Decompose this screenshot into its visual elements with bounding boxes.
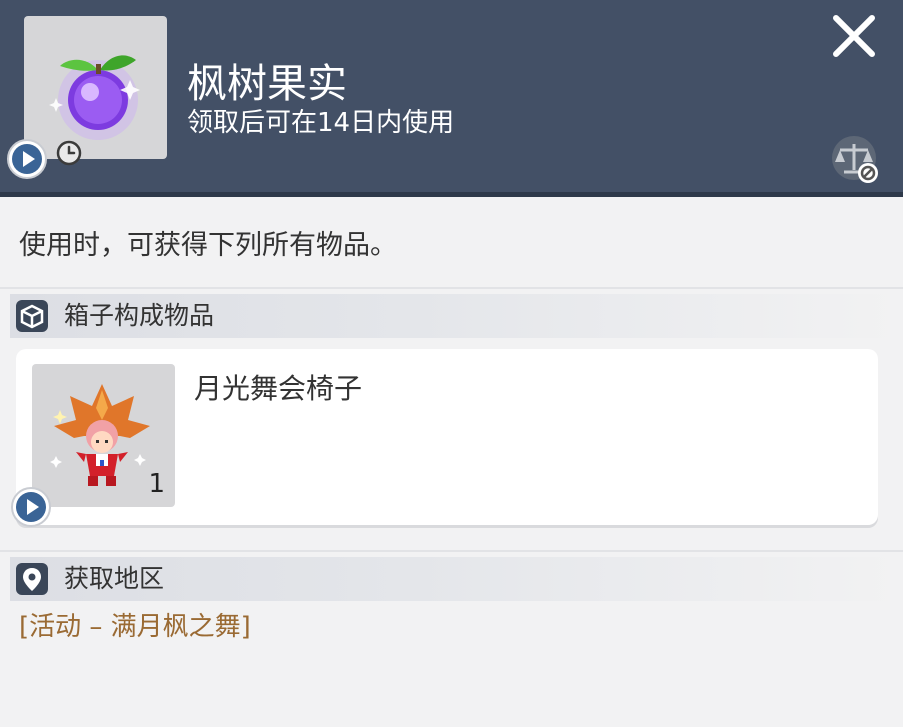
location-pin-icon <box>16 563 48 595</box>
box-icon <box>16 300 48 332</box>
reward-name: 月光舞会椅子 <box>194 372 363 405</box>
item-header: 枫树果实 领取后可在14日内使用 <box>0 0 903 192</box>
region-header: 获取地区 <box>10 557 903 601</box>
close-icon[interactable] <box>830 12 878 60</box>
item-title: 枫树果实 <box>187 61 347 107</box>
play-icon[interactable] <box>6 138 48 180</box>
reward-quantity: 1 <box>148 469 165 499</box>
header-shadow <box>0 192 903 197</box>
divider <box>0 287 903 289</box>
box-contents-title: 箱子构成物品 <box>64 301 215 330</box>
play-icon[interactable] <box>10 486 52 528</box>
trade-restricted-icon <box>832 136 878 183</box>
region-title: 获取地区 <box>64 564 165 593</box>
reward-icon-frame: 1 <box>32 364 175 507</box>
box-contents-header: 箱子构成物品 <box>10 294 903 338</box>
item-subtitle: 领取后可在14日内使用 <box>187 108 455 138</box>
divider <box>0 550 903 552</box>
reward-card[interactable]: 1 月光舞会椅子 <box>16 349 878 525</box>
clock-icon <box>56 140 82 166</box>
maple-leaf-character-icon <box>50 384 150 486</box>
region-link[interactable]: [活动 – 满月枫之舞] <box>19 610 251 644</box>
item-description: 使用时，可获得下列所有物品。 <box>19 230 397 261</box>
purple-fruit-icon <box>49 55 140 140</box>
